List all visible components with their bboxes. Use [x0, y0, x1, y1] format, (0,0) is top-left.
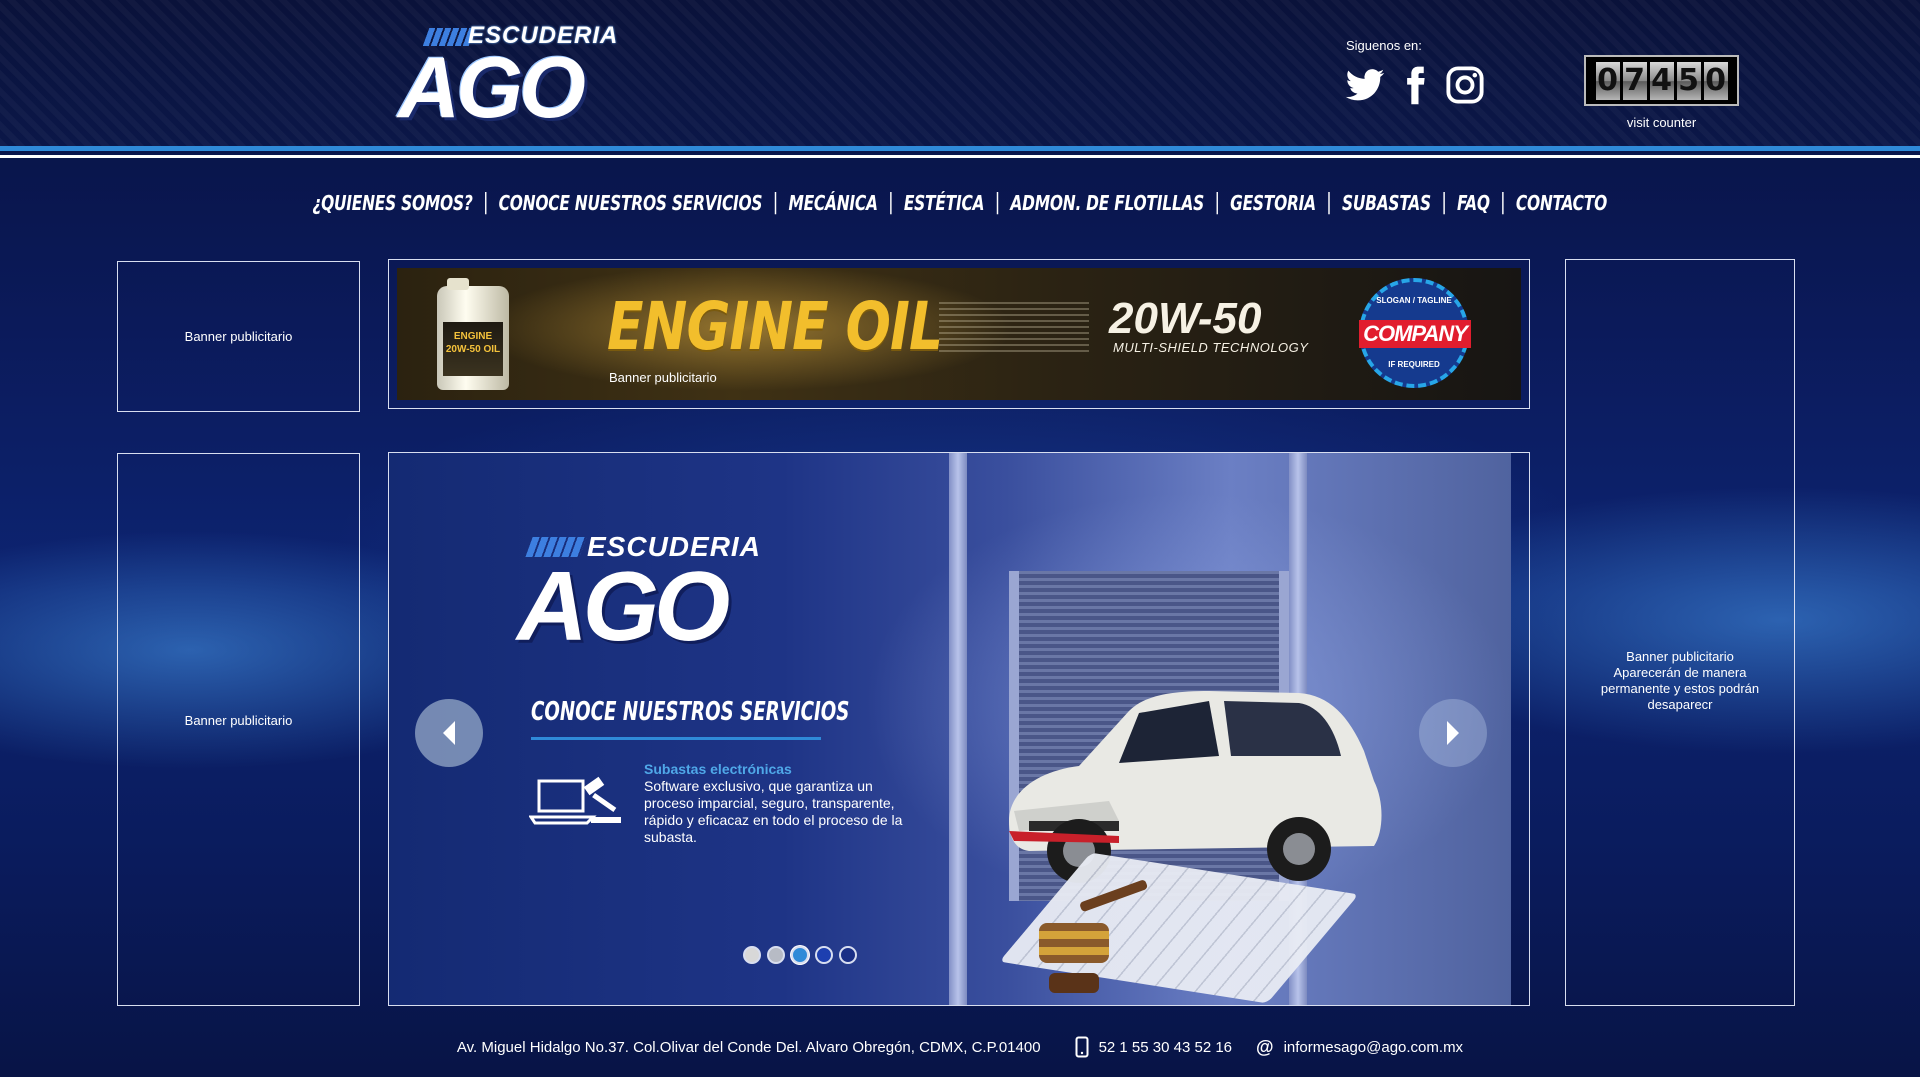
- header-stripe-white: [0, 155, 1920, 158]
- nav-servicios[interactable]: CONOCE NUESTROS SERVICIOS: [489, 191, 773, 215]
- slide-heading-rule: [531, 737, 821, 740]
- auction-laptop-icon: [529, 776, 621, 825]
- nav-estetica[interactable]: ESTÉTICA: [894, 191, 995, 215]
- car-image: [1009, 691, 1382, 883]
- banner-note: Aparecerán de manera permanente y estos …: [1600, 665, 1760, 712]
- company-badge: SLOGAN / TAGLINE COMPANY IF REQUIRED: [1359, 278, 1471, 388]
- oil-jug-image: ENGINE 20W-50 OIL: [437, 278, 509, 390]
- oil-jug-label: ENGINE 20W-50 OIL: [443, 322, 503, 376]
- counter-digit: 0: [1703, 61, 1728, 100]
- site-footer: Av. Miguel Hidalgo No.37. Col.Olivar del…: [0, 1036, 1920, 1058]
- badge-bottom-text: IF REQUIRED: [1388, 360, 1440, 369]
- counter-digit: 0: [1595, 61, 1620, 100]
- logo-ago-text: AGO: [398, 40, 586, 136]
- counter-digit: 4: [1649, 61, 1674, 100]
- oil-title: ENGINE OIL: [607, 288, 943, 365]
- nav-mecanica[interactable]: MECÁNICA: [778, 191, 888, 215]
- banner-top[interactable]: ENGINE 20W-50 OIL ENGINE OIL 20W-50 MULT…: [388, 259, 1530, 409]
- jug-label-line1: ENGINE: [453, 331, 493, 342]
- slider-dot[interactable]: [791, 946, 809, 964]
- banner-right[interactable]: Banner publicitario Aparecerán de manera…: [1565, 259, 1795, 1006]
- slide-description: Software exclusivo, que garantiza un pro…: [644, 778, 903, 845]
- footer-email[interactable]: informesago@ago.com.mx: [1284, 1039, 1463, 1056]
- arrow-left-icon: [443, 721, 455, 745]
- slide-heading: CONOCE NUESTROS SERVICIOS: [531, 697, 850, 727]
- garage-beam: [949, 453, 967, 1005]
- banner-left-bottom[interactable]: Banner publicitario: [117, 453, 360, 1006]
- hero-slider[interactable]: ESCUDERIA AGO CONOCE NUESTROS SERVICIOS …: [388, 452, 1530, 1006]
- banner-label: Banner publicitario: [609, 370, 717, 385]
- twitter-icon[interactable]: [1344, 64, 1386, 106]
- gavel-image: [1039, 880, 1148, 993]
- site-logo[interactable]: ESCUDERIA AGO: [398, 22, 623, 136]
- slider-prev-button[interactable]: [415, 699, 483, 767]
- nav-flotillas[interactable]: ADMON. DE FLOTILLAS: [1000, 191, 1214, 215]
- footer-address: Av. Miguel Hidalgo No.37. Col.Olivar del…: [456, 1038, 1041, 1056]
- arrow-right-icon: [1447, 721, 1459, 745]
- slider-dot[interactable]: [743, 946, 761, 964]
- oil-jug-cap: [447, 278, 469, 290]
- banner-left-top[interactable]: Banner publicitario: [117, 261, 360, 412]
- oil-fineprint: [939, 302, 1089, 354]
- slider-dot[interactable]: [767, 946, 785, 964]
- oil-tech: MULTI-SHIELD TECHNOLOGY: [1113, 340, 1309, 355]
- counter-digit: 7: [1622, 61, 1647, 100]
- social-label: Siguenos en:: [1346, 38, 1422, 53]
- badge-top-text: SLOGAN / TAGLINE: [1376, 296, 1452, 305]
- visit-counter: 0 7 4 5 0: [1584, 55, 1739, 106]
- jug-label-line2: 20W-50 OIL: [445, 344, 501, 355]
- nav-subastas[interactable]: SUBASTAS: [1332, 191, 1442, 215]
- phone-icon: [1075, 1036, 1089, 1058]
- nav-contacto[interactable]: CONTACTO: [1506, 191, 1618, 215]
- footer-phone[interactable]: 52 1 55 30 43 52 16: [1099, 1039, 1232, 1056]
- slide-subastas: ESCUDERIA AGO CONOCE NUESTROS SERVICIOS …: [389, 453, 1511, 1005]
- slide-subtitle: Subastas electrónicas: [644, 761, 792, 777]
- facebook-icon[interactable]: [1394, 64, 1436, 106]
- main-nav: ¿QUIENES SOMOS? | CONOCE NUESTROS SERVICI…: [0, 190, 1920, 215]
- nav-quienes-somos[interactable]: ¿QUIENES SOMOS?: [302, 191, 483, 215]
- slider-dot[interactable]: [839, 946, 857, 964]
- header-stripe-blue: [0, 146, 1920, 151]
- slider-dot[interactable]: [815, 946, 833, 964]
- engine-oil-ad: ENGINE 20W-50 OIL ENGINE OIL 20W-50 MULT…: [397, 268, 1521, 400]
- nav-gestoria[interactable]: GESTORIA: [1220, 191, 1326, 215]
- banner-label: Banner publicitario: [184, 329, 293, 344]
- nav-faq[interactable]: FAQ: [1447, 191, 1500, 215]
- badge-main-text: COMPANY: [1359, 320, 1471, 348]
- slide-logo-ago: AGO: [517, 551, 730, 661]
- oil-grade: 20W-50: [1109, 294, 1262, 343]
- slider-next-button[interactable]: [1419, 699, 1487, 767]
- slider-dots: [743, 946, 857, 964]
- counter-digit: 5: [1676, 61, 1701, 100]
- visit-counter-label: visit counter: [1626, 115, 1697, 130]
- banner-label: Banner publicitario: [184, 713, 293, 728]
- banner-label: Banner publicitario: [1626, 649, 1734, 664]
- slide-logo: ESCUDERIA AGO: [517, 531, 789, 661]
- at-icon: @: [1256, 1036, 1274, 1057]
- instagram-icon[interactable]: [1444, 64, 1486, 106]
